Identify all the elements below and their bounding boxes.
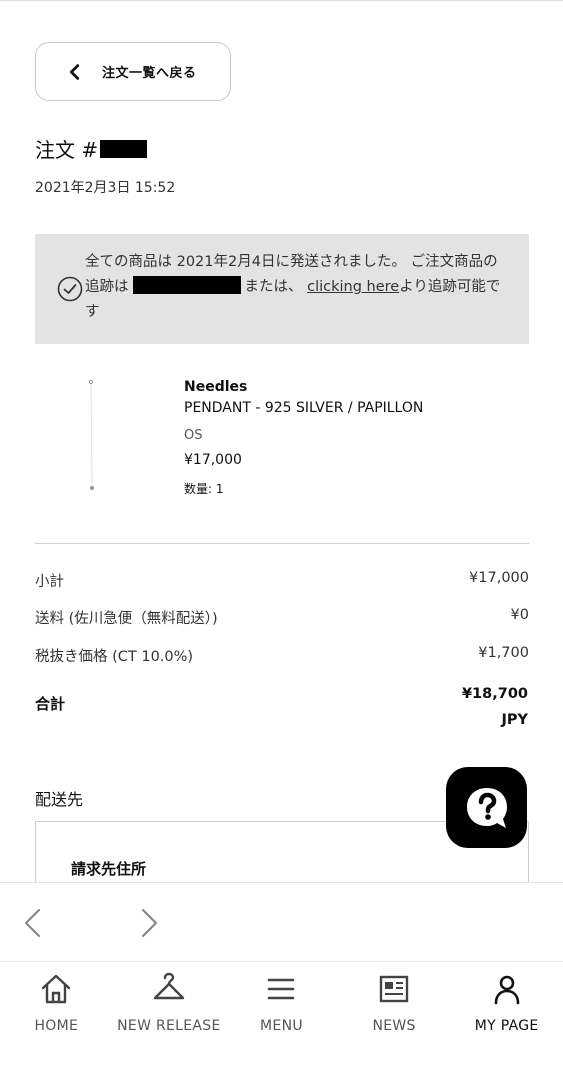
tab-menu[interactable]: MENU [225,962,338,1080]
newspaper-icon [379,975,409,1003]
redacted-order-number [100,139,148,158]
chevron-left-icon[interactable] [20,907,46,939]
billing-address-title: 請求先住所 [71,860,147,878]
order-date: 2021年2月3日 15:52 [35,180,176,196]
tab-home[interactable]: HOME [0,962,113,1080]
tax-row: 税抜き価格 (CT 10.0%) ¥1,700 [35,645,529,666]
product-name[interactable]: PENDANT - 925 SILVER / PAPILLON [184,400,423,416]
product-image[interactable] [84,378,100,492]
subtotal-label: 小計 [35,574,64,590]
tab-news[interactable]: NEWS [338,962,451,1080]
tab-my-page-label: MY PAGE [474,1018,539,1034]
product-quantity: 数量: 1 [184,482,224,496]
shipping-fee-value: ¥0 [510,607,529,623]
home-icon [42,974,71,1004]
shipping-address-title: 配送先 [35,790,84,809]
tab-home-label: HOME [34,1018,79,1034]
bottom-tab-bar: HOME NEW RELEASE MENU NEWS MY PAGE [0,962,563,1080]
tab-new-release[interactable]: NEW RELEASE [113,962,226,1080]
browser-navigation-bar [0,882,563,962]
user-icon [494,975,519,1005]
tab-my-page[interactable]: MY PAGE [450,962,563,1080]
shipment-notice: 全ての商品は 2021年2月4日に発送されました。 ご注文商品の追跡は または、 … [35,234,529,344]
subtotal-value: ¥17,000 [469,570,529,586]
summary-divider [35,543,529,544]
chevron-right-icon[interactable] [136,907,162,939]
check-circle-icon [57,276,83,302]
product-price: ¥17,000 [184,452,242,468]
redacted-tracking-number [132,276,241,294]
shipping-fee-row: 送料 (佐川急便（無料配送）) ¥0 [35,607,529,628]
tab-menu-label: MENU [260,1018,303,1034]
shipping-fee-label: 送料 (佐川急便（無料配送）) [35,611,218,627]
order-title: 注文 # [35,134,148,163]
product-size: OS [184,428,203,443]
product-info: Needles PENDANT - 925 SILVER / PAPILLON … [184,379,423,497]
chevron-left-icon [69,63,80,80]
menu-icon [268,978,295,1000]
tab-new-release-label: NEW RELEASE [117,1018,221,1034]
tax-label: 税抜き価格 (CT 10.0%) [35,649,194,665]
tracking-link[interactable]: clicking here [307,279,399,295]
shipment-notice-text: 全ての商品は 2021年2月4日に発送されました。 ご注文商品の追跡は または、 … [85,250,505,325]
product-brand: Needles [184,379,248,395]
subtotal-row: 小計 ¥17,000 [35,570,529,591]
order-title-prefix: 注文 # [35,138,99,162]
help-chat-button[interactable] [446,767,527,848]
back-button-label: 注文一覧へ戻る [102,66,197,81]
total-value: ¥18,700 JPY [462,681,528,733]
hanger-icon [153,972,185,1000]
total-amount: ¥18,700 [461,686,528,702]
total-label: 合計 [35,695,66,713]
tax-value: ¥1,700 [478,645,529,661]
notice-text-middle: または、 [244,279,303,295]
back-to-orders-button[interactable]: 注文一覧へ戻る [35,42,231,101]
question-chat-icon [466,787,507,828]
tab-news-label: NEWS [372,1018,416,1034]
top-divider [0,0,563,1]
total-currency: JPY [501,712,528,728]
